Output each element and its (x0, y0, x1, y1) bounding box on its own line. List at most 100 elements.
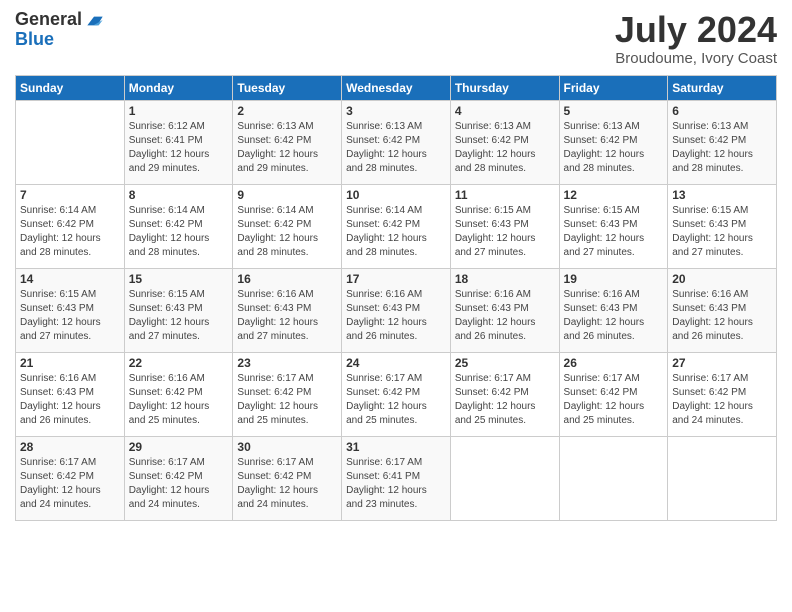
day-number: 11 (455, 188, 555, 202)
day-info: Sunrise: 6:13 AM Sunset: 6:42 PM Dayligh… (237, 120, 337, 176)
calendar-cell: 28 Sunrise: 6:17 AM Sunset: 6:42 PM Dayli… (16, 436, 125, 520)
day-number: 17 (346, 272, 446, 286)
calendar-cell: 31 Sunrise: 6:17 AM Sunset: 6:41 PM Dayli… (342, 436, 451, 520)
day-number: 31 (346, 440, 446, 454)
day-number: 15 (129, 272, 229, 286)
day-info: Sunrise: 6:17 AM Sunset: 6:42 PM Dayligh… (237, 456, 337, 512)
day-info: Sunrise: 6:17 AM Sunset: 6:42 PM Dayligh… (237, 372, 337, 428)
header-day-wednesday: Wednesday (342, 75, 451, 100)
calendar-cell: 10 Sunrise: 6:14 AM Sunset: 6:42 PM Dayli… (342, 184, 451, 268)
day-number: 30 (237, 440, 337, 454)
day-number: 5 (564, 104, 664, 118)
calendar-cell: 7 Sunrise: 6:14 AM Sunset: 6:42 PM Daylig… (16, 184, 125, 268)
day-number: 10 (346, 188, 446, 202)
header-day-tuesday: Tuesday (233, 75, 342, 100)
day-number: 8 (129, 188, 229, 202)
day-info: Sunrise: 6:16 AM Sunset: 6:43 PM Dayligh… (455, 288, 555, 344)
week-row-3: 14 Sunrise: 6:15 AM Sunset: 6:43 PM Dayli… (16, 268, 777, 352)
day-info: Sunrise: 6:17 AM Sunset: 6:42 PM Dayligh… (455, 372, 555, 428)
header-day-sunday: Sunday (16, 75, 125, 100)
calendar-cell: 16Sunrise: 6:16 AM Sunset: 6:43 PM Dayli… (233, 268, 342, 352)
day-number: 13 (672, 188, 772, 202)
day-info: Sunrise: 6:14 AM Sunset: 6:42 PM Dayligh… (129, 204, 229, 260)
day-number: 19 (564, 272, 664, 286)
day-info: Sunrise: 6:15 AM Sunset: 6:43 PM Dayligh… (672, 204, 772, 260)
calendar-cell (559, 436, 668, 520)
logo-blue: Blue (15, 30, 104, 50)
calendar-cell: 11 Sunrise: 6:15 AM Sunset: 6:43 PM Dayli… (450, 184, 559, 268)
day-info: Sunrise: 6:13 AM Sunset: 6:42 PM Dayligh… (455, 120, 555, 176)
day-info: Sunrise: 6:17 AM Sunset: 6:42 PM Dayligh… (129, 456, 229, 512)
calendar-cell: 23 Sunrise: 6:17 AM Sunset: 6:42 PM Dayli… (233, 352, 342, 436)
day-number: 7 (20, 188, 120, 202)
calendar-cell: 9Sunrise: 6:14 AM Sunset: 6:42 PM Daylig… (233, 184, 342, 268)
day-number: 18 (455, 272, 555, 286)
day-number: 27 (672, 356, 772, 370)
calendar-cell: 5 Sunrise: 6:13 AM Sunset: 6:42 PM Daylig… (559, 100, 668, 184)
day-number: 28 (20, 440, 120, 454)
day-info: Sunrise: 6:17 AM Sunset: 6:41 PM Dayligh… (346, 456, 446, 512)
day-number: 4 (455, 104, 555, 118)
day-info: Sunrise: 6:15 AM Sunset: 6:43 PM Dayligh… (564, 204, 664, 260)
calendar-cell: 3 Sunrise: 6:13 AM Sunset: 6:42 PM Daylig… (342, 100, 451, 184)
calendar-cell: 25Sunrise: 6:17 AM Sunset: 6:42 PM Dayli… (450, 352, 559, 436)
day-info: Sunrise: 6:13 AM Sunset: 6:42 PM Dayligh… (564, 120, 664, 176)
day-number: 29 (129, 440, 229, 454)
calendar-cell (668, 436, 777, 520)
day-info: Sunrise: 6:17 AM Sunset: 6:42 PM Dayligh… (20, 456, 120, 512)
week-row-5: 28 Sunrise: 6:17 AM Sunset: 6:42 PM Dayli… (16, 436, 777, 520)
header-day-thursday: Thursday (450, 75, 559, 100)
calendar-cell: 29 Sunrise: 6:17 AM Sunset: 6:42 PM Dayli… (124, 436, 233, 520)
day-info: Sunrise: 6:16 AM Sunset: 6:43 PM Dayligh… (672, 288, 772, 344)
calendar-cell: 30 Sunrise: 6:17 AM Sunset: 6:42 PM Dayli… (233, 436, 342, 520)
logo-general: General (15, 10, 82, 30)
day-info: Sunrise: 6:14 AM Sunset: 6:42 PM Dayligh… (20, 204, 120, 260)
title-area: July 2024 Broudoume, Ivory Coast (615, 10, 777, 67)
calendar-cell: 15 Sunrise: 6:15 AM Sunset: 6:43 PM Dayli… (124, 268, 233, 352)
day-number: 16 (237, 272, 337, 286)
calendar-cell: 20Sunrise: 6:16 AM Sunset: 6:43 PM Dayli… (668, 268, 777, 352)
day-info: Sunrise: 6:16 AM Sunset: 6:43 PM Dayligh… (20, 372, 120, 428)
day-info: Sunrise: 6:15 AM Sunset: 6:43 PM Dayligh… (20, 288, 120, 344)
logo: General Blue (15, 10, 104, 50)
calendar-cell: 21 Sunrise: 6:16 AM Sunset: 6:43 PM Dayli… (16, 352, 125, 436)
day-number: 24 (346, 356, 446, 370)
calendar-table: SundayMondayTuesdayWednesdayThursdayFrid… (15, 75, 777, 521)
day-info: Sunrise: 6:14 AM Sunset: 6:42 PM Dayligh… (237, 204, 337, 260)
day-number: 1 (129, 104, 229, 118)
location: Broudoume, Ivory Coast (615, 50, 777, 67)
logo-text: General Blue (15, 10, 104, 50)
header: General Blue July 2024 Broudoume, Ivory … (15, 10, 777, 67)
week-row-4: 21 Sunrise: 6:16 AM Sunset: 6:43 PM Dayli… (16, 352, 777, 436)
day-number: 23 (237, 356, 337, 370)
calendar-cell: 22Sunrise: 6:16 AM Sunset: 6:42 PM Dayli… (124, 352, 233, 436)
day-info: Sunrise: 6:13 AM Sunset: 6:42 PM Dayligh… (346, 120, 446, 176)
day-number: 26 (564, 356, 664, 370)
calendar-cell: 6Sunrise: 6:13 AM Sunset: 6:42 PM Daylig… (668, 100, 777, 184)
calendar-cell: 26 Sunrise: 6:17 AM Sunset: 6:42 PM Dayli… (559, 352, 668, 436)
day-number: 3 (346, 104, 446, 118)
day-info: Sunrise: 6:17 AM Sunset: 6:42 PM Dayligh… (346, 372, 446, 428)
day-info: Sunrise: 6:14 AM Sunset: 6:42 PM Dayligh… (346, 204, 446, 260)
calendar-cell: 24 Sunrise: 6:17 AM Sunset: 6:42 PM Dayli… (342, 352, 451, 436)
day-info: Sunrise: 6:13 AM Sunset: 6:42 PM Dayligh… (672, 120, 772, 176)
header-day-monday: Monday (124, 75, 233, 100)
day-number: 22 (129, 356, 229, 370)
week-row-2: 7 Sunrise: 6:14 AM Sunset: 6:42 PM Daylig… (16, 184, 777, 268)
calendar-cell: 27Sunrise: 6:17 AM Sunset: 6:42 PM Dayli… (668, 352, 777, 436)
day-number: 14 (20, 272, 120, 286)
calendar-cell: 8 Sunrise: 6:14 AM Sunset: 6:42 PM Daylig… (124, 184, 233, 268)
day-number: 21 (20, 356, 120, 370)
calendar-cell: 13 Sunrise: 6:15 AM Sunset: 6:43 PM Dayli… (668, 184, 777, 268)
page-container: General Blue July 2024 Broudoume, Ivory … (0, 0, 792, 531)
calendar-cell: 12Sunrise: 6:15 AM Sunset: 6:43 PM Dayli… (559, 184, 668, 268)
day-info: Sunrise: 6:15 AM Sunset: 6:43 PM Dayligh… (129, 288, 229, 344)
calendar-cell: 19 Sunrise: 6:16 AM Sunset: 6:43 PM Dayli… (559, 268, 668, 352)
header-row: SundayMondayTuesdayWednesdayThursdayFrid… (16, 75, 777, 100)
day-info: Sunrise: 6:16 AM Sunset: 6:43 PM Dayligh… (346, 288, 446, 344)
day-info: Sunrise: 6:15 AM Sunset: 6:43 PM Dayligh… (455, 204, 555, 260)
day-info: Sunrise: 6:16 AM Sunset: 6:43 PM Dayligh… (564, 288, 664, 344)
week-row-1: 1Sunrise: 6:12 AM Sunset: 6:41 PM Daylig… (16, 100, 777, 184)
day-number: 2 (237, 104, 337, 118)
day-info: Sunrise: 6:17 AM Sunset: 6:42 PM Dayligh… (564, 372, 664, 428)
